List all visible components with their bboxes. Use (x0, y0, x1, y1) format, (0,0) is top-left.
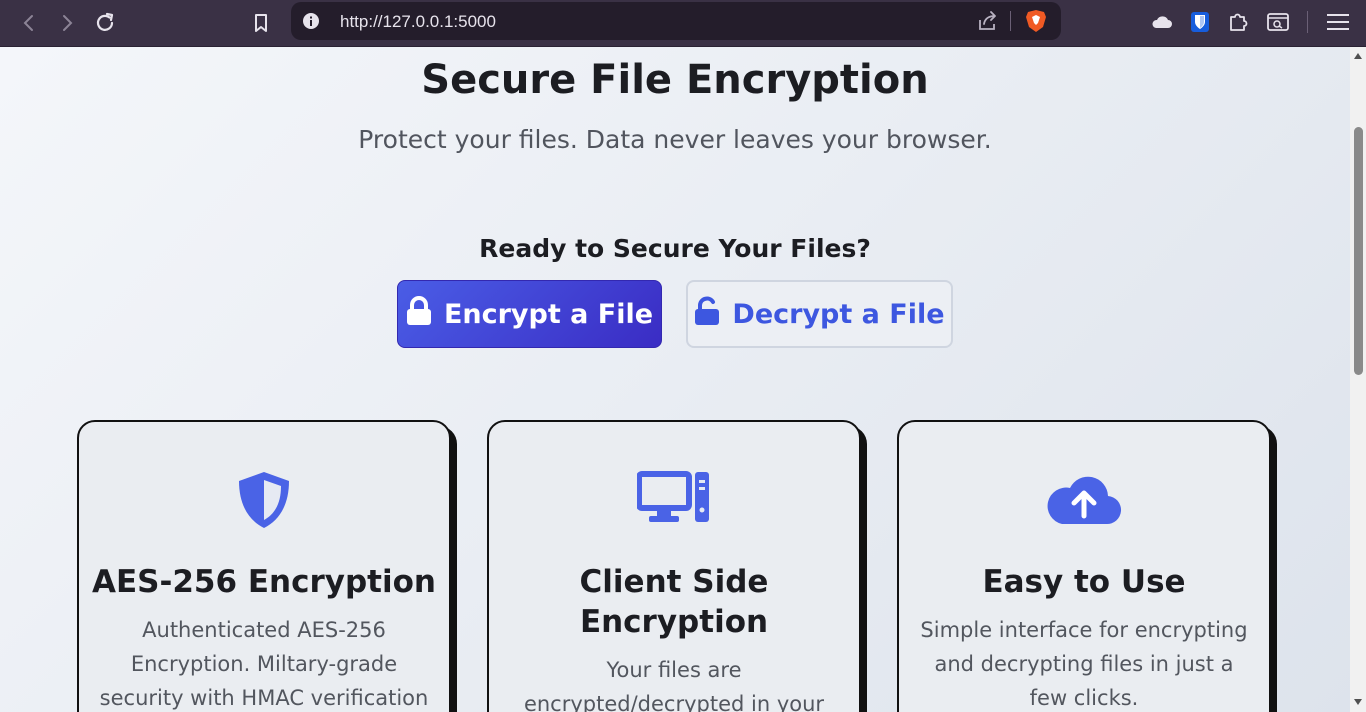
encrypt-button-label: Encrypt a File (443, 298, 654, 330)
divider (1010, 11, 1011, 31)
shield-icon (79, 470, 449, 532)
scrollbar-thumb[interactable] (1354, 127, 1363, 375)
forward-icon[interactable] (52, 8, 82, 38)
scroll-up-icon[interactable] (1354, 53, 1362, 59)
unlock-icon (694, 296, 720, 333)
browser-toolbar: http://127.0.0.1:5000 (0, 0, 1366, 47)
feature-card-easy: Easy to Use Simple interface for encrypt… (897, 420, 1271, 712)
feature-description: Your files are encrypted/decrypted in yo… (523, 658, 825, 712)
feature-title: Easy to Use (982, 564, 1186, 600)
bitwarden-icon[interactable] (1186, 8, 1214, 36)
feature-card-client-side: Client Side Encryption Your files are en… (487, 420, 861, 712)
address-bar[interactable]: http://127.0.0.1:5000 (291, 2, 1061, 40)
page-content: Secure File Encryption Protect your file… (0, 47, 1350, 712)
lock-icon (406, 295, 432, 333)
feature-description: Authenticated AES-256 Encryption. Miltar… (99, 618, 429, 710)
feature-title: Client Side Encryption (579, 564, 769, 640)
menu-icon[interactable] (1324, 8, 1352, 36)
reader-view-icon[interactable] (1264, 8, 1292, 36)
desktop-icon (489, 470, 859, 532)
encrypt-file-button[interactable]: Encrypt a File (397, 280, 662, 348)
page-scrollbar[interactable] (1350, 47, 1366, 712)
scroll-down-icon[interactable] (1354, 699, 1362, 705)
decrypt-file-button[interactable]: Decrypt a File (686, 280, 953, 348)
feature-title: AES-256 Encryption (92, 564, 436, 600)
cloud-upload-icon (899, 470, 1269, 532)
feature-description: Simple interface for encrypting and decr… (920, 618, 1248, 710)
page-subtitle: Protect your files. Data never leaves yo… (358, 125, 992, 154)
ready-heading: Ready to Secure Your Files? (479, 234, 871, 263)
decrypt-button-label: Decrypt a File (732, 298, 945, 330)
feature-card-aes: AES-256 Encryption Authenticated AES-256… (77, 420, 451, 712)
site-info-icon[interactable] (302, 12, 320, 34)
reload-icon[interactable] (90, 8, 120, 38)
cloud-extension-icon[interactable] (1148, 8, 1176, 36)
back-icon[interactable] (14, 8, 44, 38)
brave-shields-icon[interactable] (1025, 9, 1047, 37)
extensions-puzzle-icon[interactable] (1225, 8, 1253, 36)
toolbar-divider (1307, 11, 1308, 33)
bookmark-icon[interactable] (246, 8, 276, 38)
url-text: http://127.0.0.1:5000 (340, 12, 496, 31)
page-title: Secure File Encryption (421, 57, 929, 103)
share-icon[interactable] (977, 11, 999, 35)
